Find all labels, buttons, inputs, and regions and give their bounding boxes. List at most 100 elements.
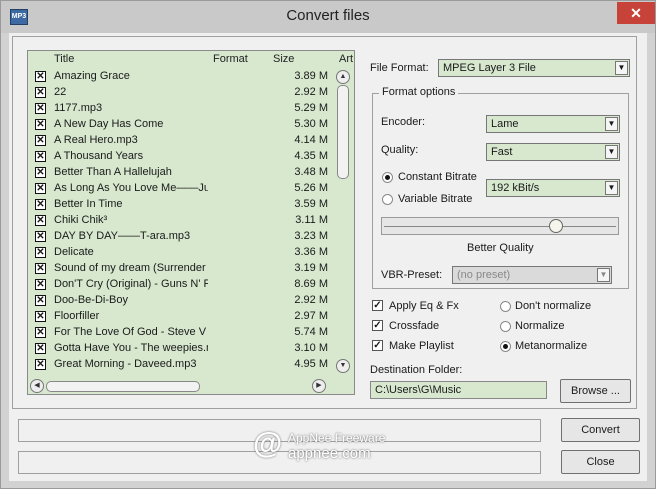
- row-checkbox[interactable]: ✕: [35, 247, 46, 258]
- table-row[interactable]: ✕ Floorfiller 2.97 M: [28, 309, 333, 325]
- make-playlist-label: Make Playlist: [389, 340, 454, 352]
- quality-slider[interactable]: [381, 217, 619, 235]
- row-title: As Long As You Love Me——Justin: [54, 182, 208, 194]
- table-row[interactable]: ✕ A Real Hero.mp3 4.14 M: [28, 133, 333, 149]
- chevron-down-icon: ▼: [605, 145, 618, 159]
- row-size: 2.97 M: [294, 310, 328, 322]
- slider-thumb[interactable]: [549, 219, 563, 233]
- table-row[interactable]: ✕ Delicate 3.36 M: [28, 245, 333, 261]
- vertical-scroll-thumb[interactable]: [337, 85, 349, 179]
- constant-bitrate-label: Constant Bitrate: [398, 171, 477, 183]
- row-title: Sound of my dream (Surrender r: [54, 262, 208, 274]
- file-list[interactable]: Title Format Size Art ✕ Amazing Grace 3.89…: [27, 50, 355, 395]
- file-format-select[interactable]: MPEG Layer 3 File ▼: [438, 59, 630, 77]
- table-row[interactable]: ✕ Better In Time 3.59 M: [28, 197, 333, 213]
- row-title: 22: [54, 86, 67, 98]
- chevron-down-icon: ▼: [615, 61, 628, 75]
- row-size: 8.69 M: [294, 278, 328, 290]
- row-title: Amazing Grace: [54, 70, 130, 82]
- table-row[interactable]: ✕ Doo-Be-Di-Boy 2.92 M: [28, 293, 333, 309]
- table-row[interactable]: ✕ Better Than A Hallelujah 3.48 M: [28, 165, 333, 181]
- vbr-preset-select[interactable]: (no preset) ▼: [452, 266, 612, 284]
- column-header-format[interactable]: Format: [213, 53, 248, 65]
- row-title: Chiki Chik³: [54, 214, 108, 226]
- dont-normalize-radio[interactable]: [500, 301, 511, 312]
- metanormalize-radio[interactable]: [500, 341, 511, 352]
- file-format-label: File Format:: [370, 62, 429, 74]
- row-checkbox[interactable]: ✕: [35, 151, 46, 162]
- file-list-header: Title Format Size Art: [28, 53, 353, 67]
- row-checkbox[interactable]: ✕: [35, 263, 46, 274]
- row-checkbox[interactable]: ✕: [35, 167, 46, 178]
- column-header-artist[interactable]: Art: [339, 53, 353, 65]
- table-row[interactable]: ✕ 22 2.92 M: [28, 85, 333, 101]
- table-row[interactable]: ✕ For The Love Of God - Steve V 5.74 M: [28, 325, 333, 341]
- table-row[interactable]: ✕ As Long As You Love Me——Justin 5.26 M: [28, 181, 333, 197]
- row-size: 2.92 M: [294, 294, 328, 306]
- encoder-label: Encoder:: [381, 116, 426, 128]
- quality-select[interactable]: Fast ▼: [486, 143, 620, 161]
- row-checkbox[interactable]: ✕: [35, 135, 46, 146]
- close-button[interactable]: Close: [561, 450, 640, 474]
- row-title: DAY BY DAY——T-ara.mp3: [54, 230, 191, 242]
- table-row[interactable]: ✕ 1177.mp3 5.29 M: [28, 101, 333, 117]
- table-row[interactable]: ✕ A Thousand Years 4.35 M: [28, 149, 333, 165]
- table-row[interactable]: ✕ DAY BY DAY——T-ara.mp3 3.23 M: [28, 229, 333, 245]
- column-header-title[interactable]: Title: [54, 53, 74, 65]
- row-title: For The Love Of God - Steve V: [54, 326, 207, 338]
- horizontal-scrollbar[interactable]: ◀ ▶: [28, 378, 333, 394]
- watermark-line1: AppNee Freeware: [288, 431, 386, 445]
- row-checkbox[interactable]: ✕: [35, 215, 46, 226]
- table-row[interactable]: ✕ Gotta Have You - The weepies.m 3.10 M: [28, 341, 333, 357]
- table-row[interactable]: ✕ Sound of my dream (Surrender r 3.19 M: [28, 261, 333, 277]
- row-checkbox[interactable]: ✕: [35, 279, 46, 290]
- variable-bitrate-label: Variable Bitrate: [398, 193, 473, 205]
- row-checkbox[interactable]: ✕: [35, 199, 46, 210]
- quality-value: Fast: [491, 146, 513, 158]
- row-checkbox[interactable]: ✕: [35, 119, 46, 130]
- table-row[interactable]: ✕ Chiki Chik³ 3.11 M: [28, 213, 333, 229]
- column-header-size[interactable]: Size: [273, 53, 294, 65]
- scroll-up-icon[interactable]: ▲: [336, 70, 350, 84]
- row-title: Great Morning - Daveed.mp3: [54, 358, 197, 370]
- vertical-scrollbar[interactable]: ▲ ▼: [333, 67, 351, 378]
- row-checkbox[interactable]: ✕: [35, 359, 46, 370]
- crossfade-checkbox[interactable]: ✓: [372, 320, 383, 331]
- scroll-down-icon[interactable]: ▼: [336, 359, 350, 373]
- table-row[interactable]: ✕ Don'T Cry (Original) - Guns N' Roses 8.6…: [28, 277, 333, 293]
- scroll-right-icon[interactable]: ▶: [312, 379, 326, 393]
- table-row[interactable]: ✕ Amazing Grace 3.89 M: [28, 69, 333, 85]
- row-title: Better In Time: [54, 198, 123, 210]
- table-row[interactable]: ✕ Great Morning - Daveed.mp3 4.95 M: [28, 357, 333, 373]
- row-checkbox[interactable]: ✕: [35, 295, 46, 306]
- appnee-watermark: @ AppNee Freeware appnee.com: [253, 429, 403, 469]
- row-checkbox[interactable]: ✕: [35, 183, 46, 194]
- horizontal-scroll-thumb[interactable]: [46, 381, 200, 392]
- metanormalize-label: Metanormalize: [515, 340, 588, 352]
- row-size: 4.95 M: [294, 358, 328, 370]
- row-checkbox[interactable]: ✕: [35, 71, 46, 82]
- row-checkbox[interactable]: ✕: [35, 311, 46, 322]
- row-checkbox[interactable]: ✕: [35, 231, 46, 242]
- dont-normalize-label: Don't normalize: [515, 300, 592, 312]
- row-checkbox[interactable]: ✕: [35, 103, 46, 114]
- apply-eq-checkbox[interactable]: ✓: [372, 300, 383, 311]
- format-options-title: Format options: [379, 86, 459, 98]
- window-close-button[interactable]: ✕: [617, 2, 655, 24]
- destination-folder-input[interactable]: C:\Users\G\Music: [370, 381, 547, 399]
- normalize-radio[interactable]: [500, 321, 511, 332]
- chevron-down-icon: ▼: [605, 117, 618, 131]
- encoder-select[interactable]: Lame ▼: [486, 115, 620, 133]
- convert-button[interactable]: Convert: [561, 418, 640, 442]
- row-checkbox[interactable]: ✕: [35, 87, 46, 98]
- table-row[interactable]: ✕ A New Day Has Come 5.30 M: [28, 117, 333, 133]
- row-checkbox[interactable]: ✕: [35, 327, 46, 338]
- make-playlist-checkbox[interactable]: ✓: [372, 340, 383, 351]
- constant-bitrate-radio[interactable]: [382, 172, 393, 183]
- row-checkbox[interactable]: ✕: [35, 343, 46, 354]
- browse-button[interactable]: Browse ...: [560, 379, 631, 403]
- watermark-at-symbol: @: [253, 427, 283, 460]
- scroll-left-icon[interactable]: ◀: [30, 379, 44, 393]
- variable-bitrate-radio[interactable]: [382, 194, 393, 205]
- bitrate-select[interactable]: 192 kBit/s ▼: [486, 179, 620, 197]
